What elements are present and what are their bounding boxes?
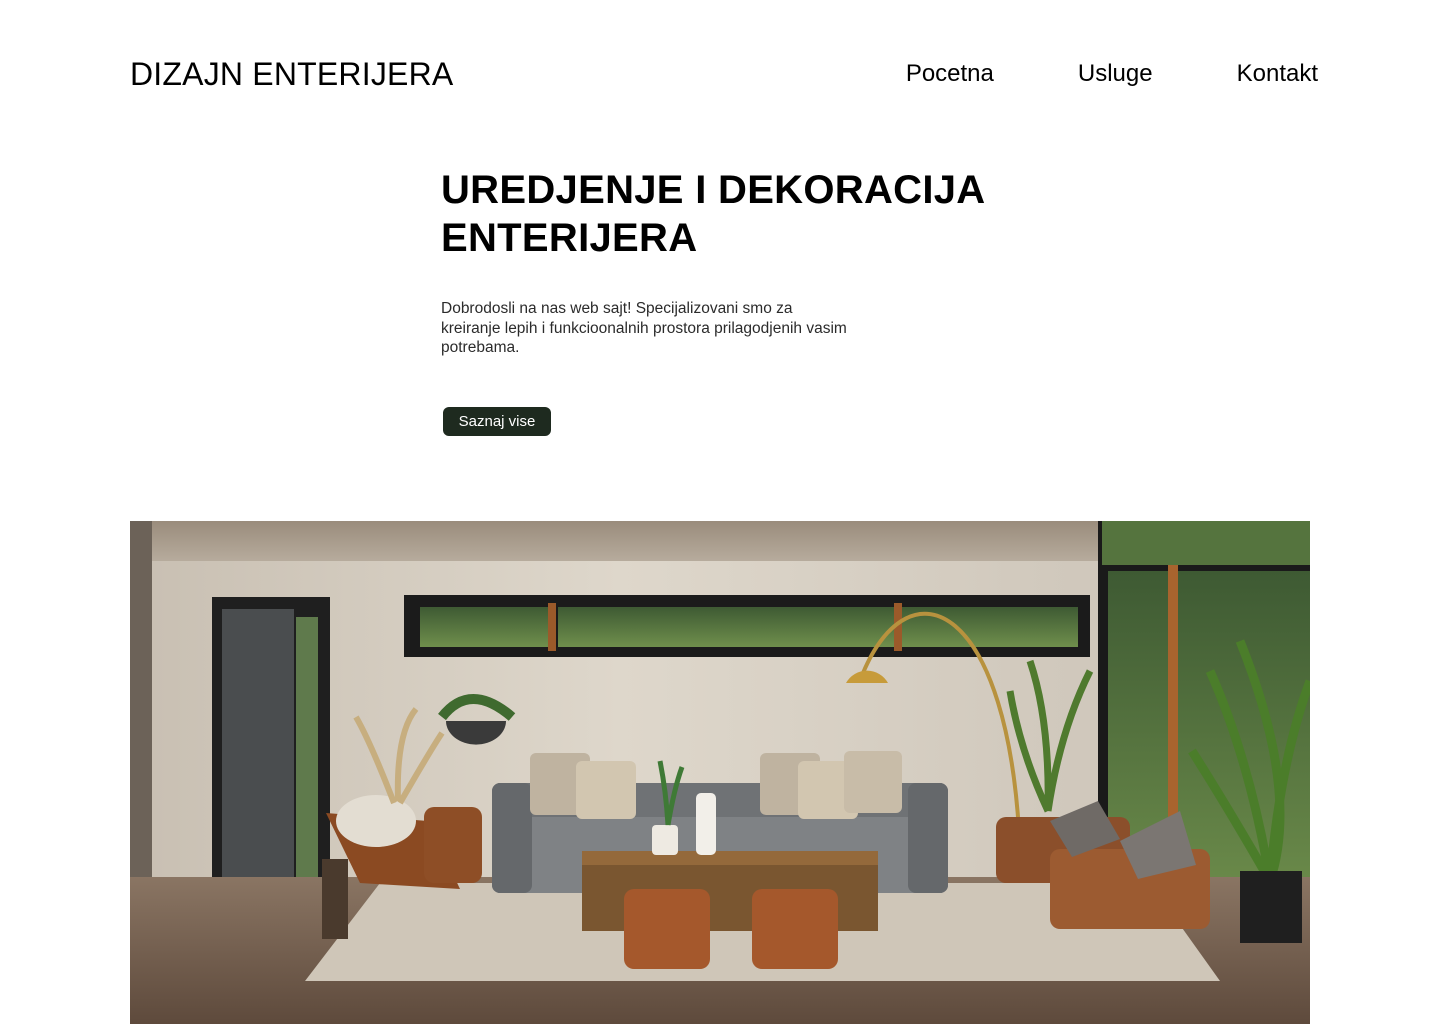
main-nav: Pocetna Usluge Kontakt: [906, 60, 1318, 88]
nav-link-usluge[interactable]: Usluge: [1078, 60, 1153, 88]
learn-more-button[interactable]: Saznaj vise: [443, 407, 551, 436]
hero-title: UREDJENJE I DEKORACIJA ENTERIJERA: [441, 166, 1041, 262]
nav-link-pocetna[interactable]: Pocetna: [906, 60, 994, 88]
page: DIZAJN ENTERIJERA Pocetna Usluge Kontakt…: [0, 0, 1440, 1024]
hero-description: Dobrodosli na nas web sajt! Specijalizov…: [441, 300, 847, 356]
hero-title-line-2: ENTERIJERA: [441, 216, 698, 260]
nav-link-kontakt[interactable]: Kontakt: [1237, 60, 1318, 88]
hero-title-line-1: UREDJENJE I DEKORACIJA: [441, 168, 986, 212]
site-logo[interactable]: DIZAJN ENTERIJERA: [130, 56, 453, 93]
living-room-image: [130, 521, 1310, 1024]
